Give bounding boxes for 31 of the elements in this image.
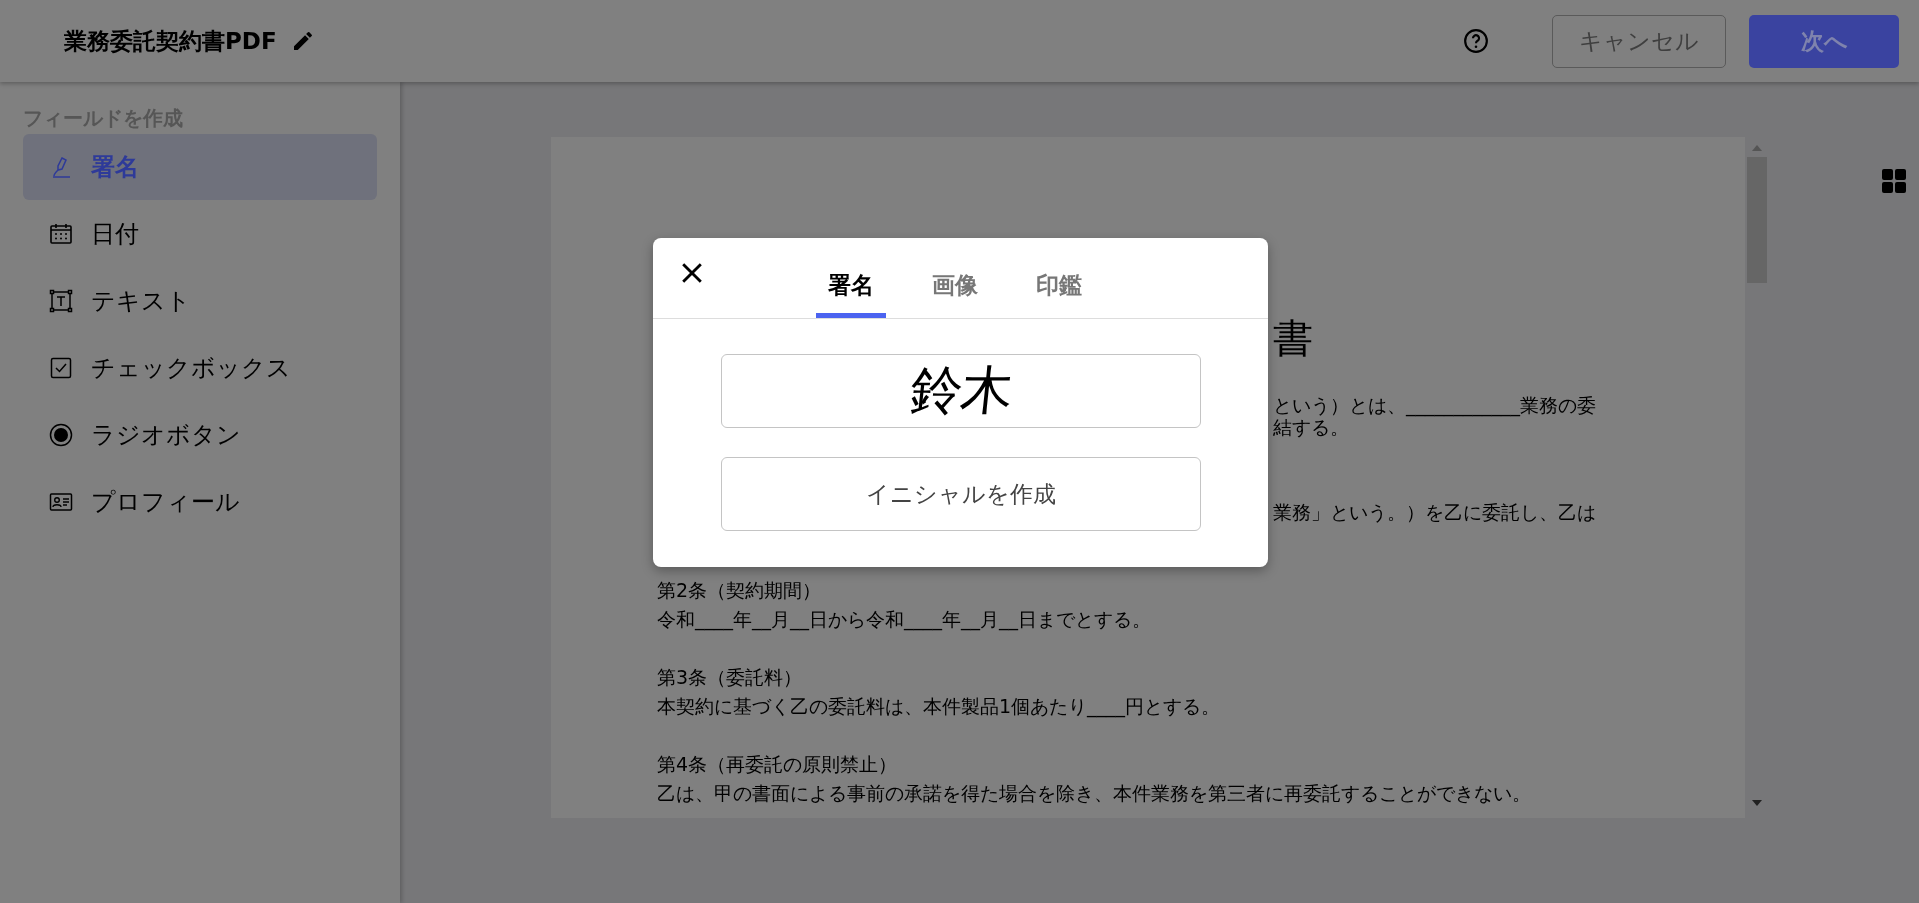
signature-field[interactable]: 鈴木 <box>720 354 1201 428</box>
article-text: 令和____年__月__日から令和____年__月__日までとする。 <box>657 607 1152 633</box>
scroll-down-icon[interactable] <box>1752 800 1762 806</box>
document-text: という）とは、____________業務の委 <box>1273 394 1597 416</box>
sidebar-item[interactable]: ラジオボタン <box>23 402 377 468</box>
radio-icon <box>49 423 73 447</box>
article-heading: 第4条（再委託の原則禁止） <box>657 752 899 777</box>
checkbox-icon <box>49 356 73 380</box>
help-icon[interactable] <box>1463 28 1489 54</box>
article-text: 本契約に基づく乙の委託料は、本件製品1個あたり____円とする。 <box>657 694 1222 720</box>
sidebar-item[interactable]: チェックボックス <box>23 335 377 401</box>
dialog-tab[interactable]: 署名 <box>815 270 886 318</box>
id-card-icon <box>49 490 73 514</box>
article-heading: 第2条（契約期間） <box>657 578 823 603</box>
document-text: 結する。 <box>1273 416 1350 438</box>
article-heading: 第3条（委託料） <box>657 665 804 690</box>
sidebar-item[interactable]: 日付 <box>23 201 377 267</box>
cancel-button[interactable]: キャンセル <box>1552 14 1726 68</box>
create-initials-button[interactable]: イニシャルを作成 <box>720 457 1201 531</box>
text-box-icon <box>49 289 73 313</box>
dialog-tab[interactable]: 印鑑 <box>1023 270 1094 318</box>
calendar-icon <box>49 222 73 246</box>
document-title: 業務委託契約書PDF <box>64 26 277 56</box>
sidebar-item[interactable]: テキスト <box>23 268 377 334</box>
grid-icon[interactable] <box>1882 169 1906 193</box>
document-title-fragment: 書 <box>1273 314 1313 362</box>
close-icon[interactable] <box>681 262 703 284</box>
sidebar-item[interactable]: プロフィール <box>23 469 377 535</box>
document-text: 業務」という。）を乙に委託し、乙は <box>1273 501 1597 523</box>
article-text: 乙は、甲の書面による事前の承諾を得た場合を除き、本件業務を第三者に再委託することができない。 <box>657 781 1532 806</box>
dialog-tab[interactable]: 画像 <box>919 270 990 318</box>
